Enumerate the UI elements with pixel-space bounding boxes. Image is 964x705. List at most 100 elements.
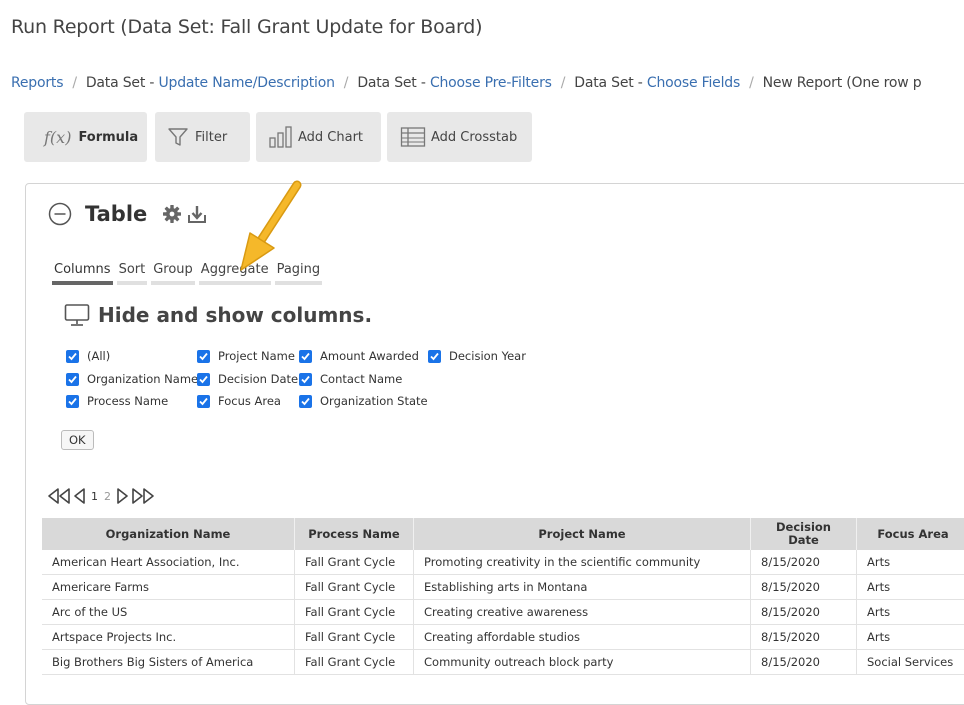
column-header-process-name[interactable]: Process Name (295, 518, 414, 550)
cell-project-name: Promoting creativity in the scientific c… (414, 550, 751, 575)
cell-process-name: Fall Grant Cycle (295, 600, 414, 625)
column-checkbox-process-name[interactable]: Process Name (66, 394, 168, 408)
column-header-focus-area[interactable]: Focus Area (857, 518, 964, 550)
checkbox-checked-icon[interactable] (66, 373, 79, 386)
add-chart-button[interactable]: Add Chart (256, 112, 381, 162)
table-title: Table (85, 202, 147, 226)
table-panel: Table Columns Sort Group Aggregate (25, 183, 964, 705)
gear-icon[interactable] (162, 204, 182, 224)
add-chart-label: Add Chart (298, 130, 363, 145)
first-page-icon[interactable] (46, 487, 72, 505)
add-crosstab-label: Add Crosstab (431, 130, 517, 145)
collapse-icon[interactable] (48, 202, 72, 226)
column-header-organization-name[interactable]: Organization Name (42, 518, 295, 550)
breadcrumb: Reports/Data Set - Update Name/Descripti… (11, 75, 921, 91)
checkbox-checked-icon[interactable] (197, 373, 210, 386)
cell-decision-date: 8/15/2020 (751, 575, 857, 600)
formula-icon: f(x) (44, 128, 71, 147)
tab-columns[interactable]: Columns (52, 262, 113, 285)
cell-decision-date: 8/15/2020 (751, 625, 857, 650)
cell-process-name: Fall Grant Cycle (295, 550, 414, 575)
checkbox-checked-icon[interactable] (197, 350, 210, 363)
hide-show-columns-heading: Hide and show columns. (64, 303, 372, 327)
monitor-icon (64, 303, 90, 327)
column-checkbox-decision-year[interactable]: Decision Year (428, 349, 526, 363)
table-header: Table (48, 202, 207, 226)
column-header-project-name[interactable]: Project Name (414, 518, 751, 550)
cell-organization-name: Big Brothers Big Sisters of America (42, 650, 295, 675)
table-row: Artspace Projects Inc. Fall Grant Cycle … (42, 625, 964, 650)
formula-label: Formula (78, 130, 138, 145)
filter-button[interactable]: Filter (155, 112, 250, 162)
checkbox-checked-icon[interactable] (197, 395, 210, 408)
pager: 1 2 (46, 487, 156, 505)
filter-icon (167, 126, 189, 148)
cell-project-name: Community outreach block party (414, 650, 751, 675)
pager-current-page: 1 (91, 490, 98, 503)
next-page-icon[interactable] (114, 487, 130, 505)
breadcrumb-prefix: Data Set - (357, 75, 430, 91)
crosstab-icon (400, 126, 426, 148)
table-row: Big Brothers Big Sisters of America Fall… (42, 650, 964, 675)
ok-button[interactable]: OK (61, 430, 94, 450)
cell-project-name: Creating creative awareness (414, 600, 751, 625)
table-row: Americare Farms Fall Grant Cycle Establi… (42, 575, 964, 600)
cell-focus-area: Arts (857, 575, 964, 600)
report-grid: Organization Name Process Name Project N… (42, 518, 964, 675)
breadcrumb-choose-fields-link[interactable]: Choose Fields (647, 75, 740, 91)
cell-organization-name: Arc of the US (42, 600, 295, 625)
cell-project-name: Establishing arts in Montana (414, 575, 751, 600)
cell-project-name: Creating affordable studios (414, 625, 751, 650)
breadcrumb-choose-prefilters-link[interactable]: Choose Pre-Filters (430, 75, 552, 91)
cell-decision-date: 8/15/2020 (751, 600, 857, 625)
cell-process-name: Fall Grant Cycle (295, 650, 414, 675)
cell-focus-area: Arts (857, 550, 964, 575)
checkbox-checked-icon[interactable] (299, 350, 312, 363)
cell-organization-name: Artspace Projects Inc. (42, 625, 295, 650)
breadcrumb-update-name-link[interactable]: Update Name/Description (158, 75, 334, 91)
tab-sort[interactable]: Sort (117, 262, 148, 285)
breadcrumb-current: New Report (One row p (763, 75, 922, 91)
breadcrumb-reports-link[interactable]: Reports (11, 75, 63, 91)
tab-group[interactable]: Group (151, 262, 195, 285)
last-page-icon[interactable] (130, 487, 156, 505)
formula-button[interactable]: f(x) Formula (24, 112, 147, 162)
cell-process-name: Fall Grant Cycle (295, 625, 414, 650)
checkbox-checked-icon[interactable] (428, 350, 441, 363)
cell-organization-name: Americare Farms (42, 575, 295, 600)
checkbox-checked-icon[interactable] (299, 395, 312, 408)
column-checkbox-decision-date[interactable]: Decision Date (197, 372, 298, 386)
column-header-decision-date[interactable]: Decision Date (751, 518, 857, 550)
previous-page-icon[interactable] (72, 487, 88, 505)
cell-process-name: Fall Grant Cycle (295, 575, 414, 600)
callout-arrow-icon (236, 178, 308, 278)
column-checkbox-organization-name[interactable]: Organization Name (66, 372, 198, 386)
column-checkbox-amount-awarded[interactable]: Amount Awarded (299, 349, 419, 363)
cell-decision-date: 8/15/2020 (751, 650, 857, 675)
column-checkbox-project-name[interactable]: Project Name (197, 349, 295, 363)
grid-header-row: Organization Name Process Name Project N… (42, 518, 964, 550)
hide-show-columns-title: Hide and show columns. (98, 303, 372, 327)
breadcrumb-prefix: Data Set - (574, 75, 647, 91)
table-row: Arc of the US Fall Grant Cycle Creating … (42, 600, 964, 625)
cell-organization-name: American Heart Association, Inc. (42, 550, 295, 575)
column-checkbox-focus-area[interactable]: Focus Area (197, 394, 281, 408)
page-title: Run Report (Data Set: Fall Grant Update … (11, 16, 482, 38)
column-checkbox-contact-name[interactable]: Contact Name (299, 372, 402, 386)
filter-label: Filter (195, 130, 227, 145)
add-crosstab-button[interactable]: Add Crosstab (387, 112, 532, 162)
checkbox-checked-icon[interactable] (66, 395, 79, 408)
pager-page-link[interactable]: 2 (104, 490, 111, 503)
breadcrumb-prefix: Data Set - (86, 75, 159, 91)
column-checkbox-organization-state[interactable]: Organization State (299, 394, 428, 408)
checkbox-checked-icon[interactable] (299, 373, 312, 386)
cell-focus-area: Social Services (857, 650, 964, 675)
cell-decision-date: 8/15/2020 (751, 550, 857, 575)
download-icon[interactable] (187, 204, 207, 224)
cell-focus-area: Arts (857, 625, 964, 650)
table-row: American Heart Association, Inc. Fall Gr… (42, 550, 964, 575)
bar-chart-icon (268, 125, 294, 149)
checkbox-checked-icon[interactable] (66, 350, 79, 363)
column-checkbox-all[interactable]: (All) (66, 349, 110, 363)
cell-focus-area: Arts (857, 600, 964, 625)
